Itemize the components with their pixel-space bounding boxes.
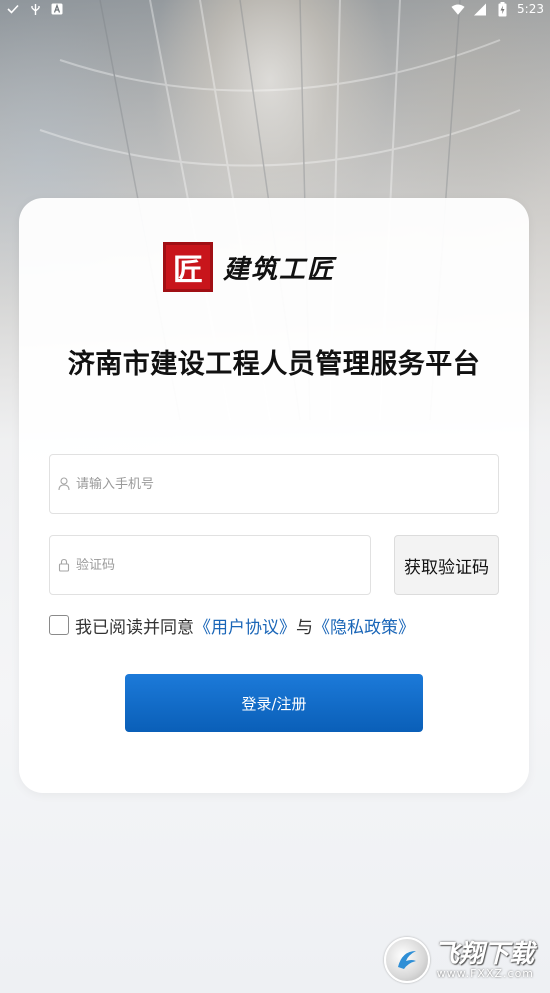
code-field[interactable] — [49, 535, 371, 595]
agreement-checkbox[interactable] — [49, 615, 69, 635]
status-bar-right: 5:23 — [451, 1, 544, 16]
login-register-button[interactable]: 登录/注册 — [125, 674, 423, 732]
agreement-row: 我已阅读并同意 《用户协议》 与 《隐私政策》 — [49, 613, 415, 638]
watermark-name: 飞翔下载 — [434, 939, 535, 969]
battery-charging-icon — [495, 1, 509, 16]
app-logo: 匠 建筑工匠 — [163, 242, 335, 292]
watermark-logo-icon — [384, 937, 430, 983]
watermark-url: www.FXXZ.com — [436, 966, 535, 980]
status-bar: 5:23 — [0, 0, 550, 18]
logo-text: 建筑工匠 — [223, 254, 336, 285]
usb-icon — [28, 2, 42, 16]
watermark: 飞翔下载 www.FXXZ.com — [384, 934, 544, 986]
status-time: 5:23 — [517, 2, 544, 16]
page-title: 济南市建设工程人员管理服务平台 — [67, 349, 481, 380]
privacy-policy-link[interactable]: 《隐私政策》 — [313, 613, 415, 638]
agreement-prefix: 我已阅读并同意 — [75, 617, 194, 638]
user-agreement-link[interactable]: 《用户协议》 — [194, 613, 296, 638]
code-input[interactable] — [76, 557, 370, 573]
watermark-text: 飞翔下载 www.FXXZ.com — [434, 940, 534, 980]
signal-icon — [473, 2, 487, 16]
phone-input[interactable] — [76, 476, 498, 492]
agreement-connector: 与 — [296, 617, 313, 638]
status-bar-left — [6, 2, 64, 16]
get-code-button[interactable]: 获取验证码 — [394, 535, 499, 595]
a-badge-icon — [50, 2, 64, 16]
lock-icon — [58, 558, 70, 572]
wifi-icon — [451, 2, 465, 16]
user-icon — [58, 477, 70, 491]
phone-field[interactable] — [49, 454, 499, 514]
login-card: 匠 建筑工匠 济南市建设工程人员管理服务平台 获取验证码 我已阅读并同意 《用户… — [19, 198, 529, 793]
check-icon — [6, 2, 20, 16]
logo-mark: 匠 — [163, 242, 213, 292]
